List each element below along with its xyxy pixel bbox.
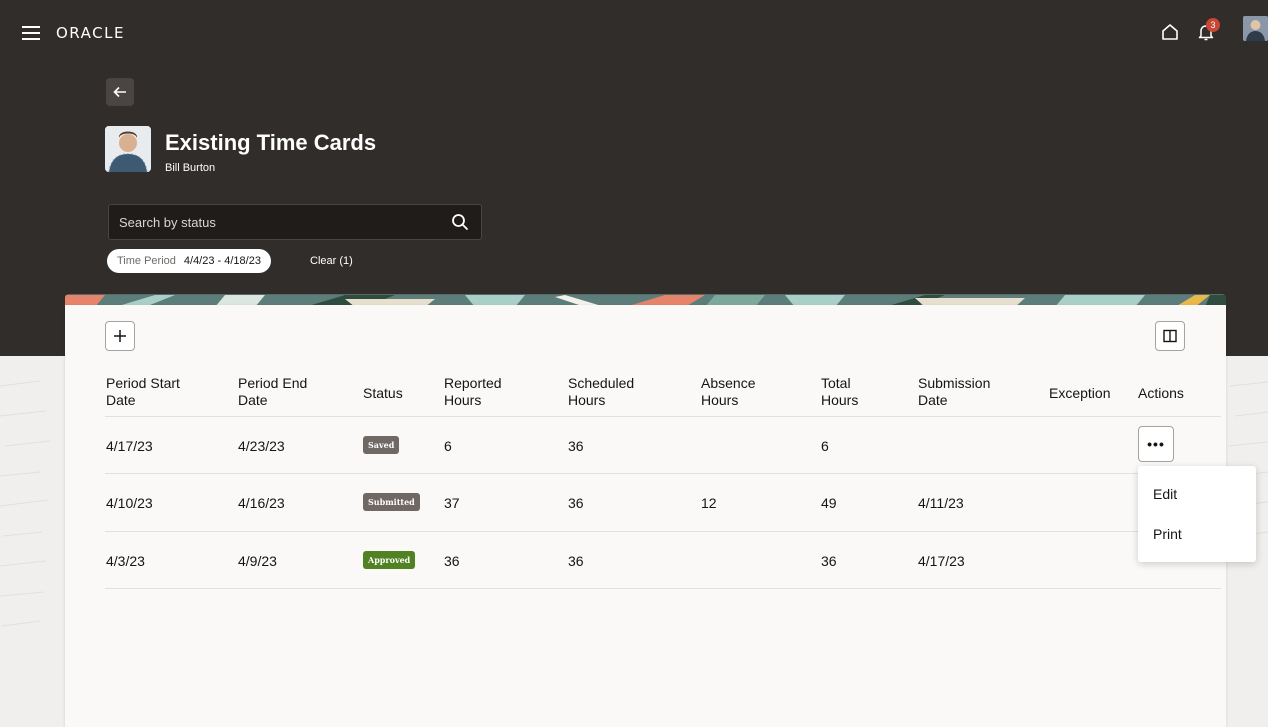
clear-filters-link[interactable]: Clear (1) xyxy=(310,255,353,267)
row3-total-hours: 36 xyxy=(821,553,837,569)
col-header-reported-hours: Reported Hours xyxy=(444,375,502,408)
row-actions-more-button[interactable]: ••• xyxy=(1138,426,1174,462)
columns-icon xyxy=(1163,329,1177,343)
row2-period-end: 4/16/23 xyxy=(238,495,285,511)
col-header-submission-date: Submission Date xyxy=(918,375,991,408)
status-badge-submitted: Submitted xyxy=(363,493,420,511)
home-icon[interactable] xyxy=(1156,18,1184,46)
row-divider xyxy=(105,531,1221,532)
row1-period-end: 4/23/23 xyxy=(238,438,285,454)
row1-total-hours: 6 xyxy=(821,438,829,454)
time-period-filter-chip[interactable]: Time Period 4/4/23 - 4/18/23 xyxy=(107,249,271,273)
row2-scheduled-hours: 36 xyxy=(568,495,584,511)
search-box xyxy=(108,204,482,240)
row3-period-start: 4/3/23 xyxy=(106,553,145,569)
col-header-total-hours: Total Hours xyxy=(821,375,859,408)
search-input[interactable] xyxy=(109,205,439,239)
col-header-period-end: Period End Date xyxy=(238,375,308,408)
menu-item-print[interactable]: Print xyxy=(1153,526,1182,542)
row-actions-menu: Edit Print xyxy=(1138,466,1256,562)
col-header-period-start: Period Start Date xyxy=(106,375,180,408)
row1-period-start: 4/17/23 xyxy=(106,438,153,454)
row3-scheduled-hours: 36 xyxy=(568,553,584,569)
row3-reported-hours: 36 xyxy=(444,553,460,569)
filter-chip-label: Time Period xyxy=(117,255,176,267)
user-avatar[interactable] xyxy=(1243,16,1268,41)
back-arrow-icon xyxy=(113,86,126,98)
row-divider xyxy=(105,588,1221,589)
header-divider xyxy=(105,416,1221,417)
status-badge-saved: Saved xyxy=(363,436,400,454)
row-divider xyxy=(105,473,1221,474)
status-badge-approved: Approved xyxy=(363,551,416,569)
row1-reported-hours: 6 xyxy=(444,438,452,454)
plus-icon xyxy=(114,330,126,342)
page-title: Existing Time Cards xyxy=(165,130,377,155)
add-time-card-button[interactable] xyxy=(105,321,135,351)
row2-absence-hours: 12 xyxy=(701,495,717,511)
menu-item-edit[interactable]: Edit xyxy=(1153,486,1177,502)
col-header-absence-hours: Absence Hours xyxy=(701,375,756,408)
row2-reported-hours: 37 xyxy=(444,495,460,511)
col-header-exception: Exception xyxy=(1049,385,1111,401)
row2-period-start: 4/10/23 xyxy=(106,495,153,511)
row2-total-hours: 49 xyxy=(821,495,837,511)
column-settings-button[interactable] xyxy=(1155,321,1185,351)
menu-icon[interactable] xyxy=(22,26,40,40)
filter-chip-value: 4/4/23 - 4/18/23 xyxy=(183,255,261,267)
oracle-logo: ORACLE xyxy=(56,24,125,42)
row2-submission-date: 4/11/23 xyxy=(918,495,964,511)
notification-count-badge: 3 xyxy=(1206,18,1220,32)
row1-scheduled-hours: 36 xyxy=(568,438,584,454)
notifications-icon[interactable]: 3 xyxy=(1192,18,1220,46)
col-header-actions: Actions xyxy=(1138,385,1184,401)
col-header-scheduled-hours: Scheduled Hours xyxy=(568,375,635,408)
time-cards-panel: Period Start Date Period End Date Status R… xyxy=(65,305,1226,727)
search-icon[interactable] xyxy=(451,213,469,231)
person-photo xyxy=(105,126,151,172)
row3-submission-date: 4/17/23 xyxy=(918,553,965,569)
col-header-status: Status xyxy=(363,385,403,401)
person-name: Bill Burton xyxy=(165,162,216,174)
row3-period-end: 4/9/23 xyxy=(238,553,277,569)
back-button[interactable] xyxy=(106,78,134,106)
